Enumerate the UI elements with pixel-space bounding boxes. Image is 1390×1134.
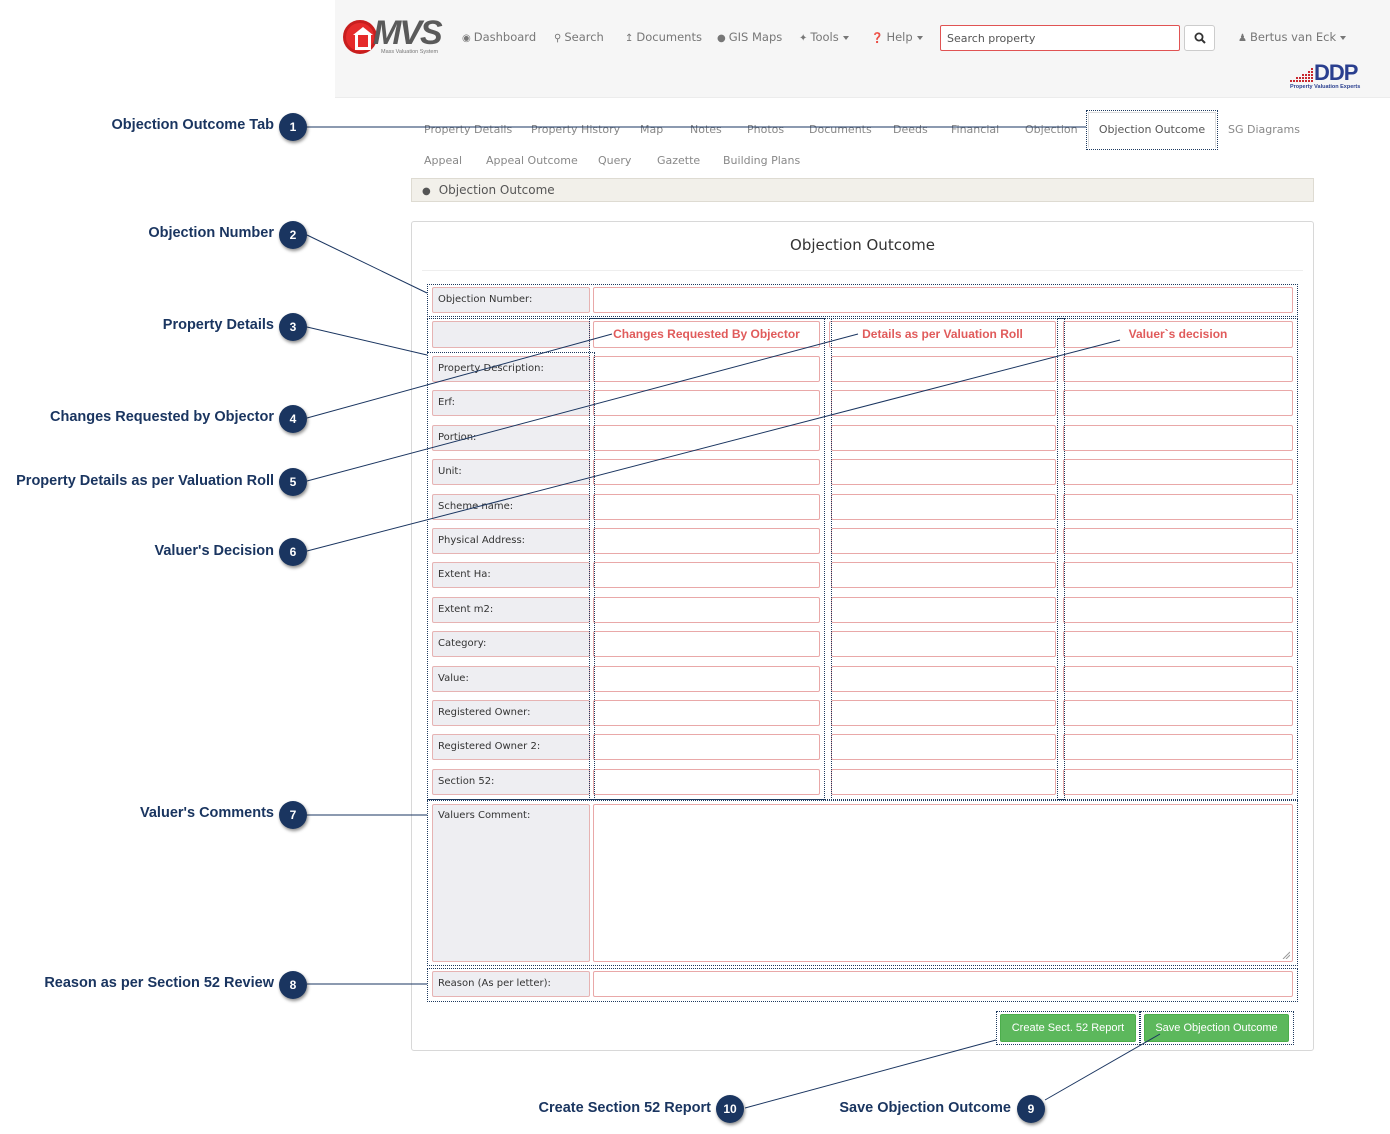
annotation-label-8: Reason as per Section 52 Review bbox=[44, 975, 274, 991]
annotation-label-9: Save Objection Outcome bbox=[839, 1100, 1011, 1116]
annotation-badge-3: 3 bbox=[279, 313, 307, 341]
annotation-label-2: Objection Number bbox=[148, 225, 274, 241]
annotation-label-10: Create Section 52 Report bbox=[538, 1100, 711, 1116]
annotation-label-5: Property Details as per Valuation Roll bbox=[16, 473, 274, 489]
annotation-badge-10: 10 bbox=[716, 1095, 744, 1123]
annotation-badge-5: 5 bbox=[279, 468, 307, 496]
annotation-badge-6: 6 bbox=[279, 538, 307, 566]
annotation-badge-1: 1 bbox=[279, 113, 307, 141]
annotation-badge-7: 7 bbox=[279, 801, 307, 829]
annotation-badge-8: 8 bbox=[279, 971, 307, 999]
annotation-label-3: Property Details bbox=[162, 317, 274, 333]
annotation-badge-4: 4 bbox=[279, 405, 307, 433]
annotation-label-4: Changes Requested by Objector bbox=[50, 409, 274, 425]
annotation-label-6: Valuer's Decision bbox=[154, 543, 274, 559]
annotation-badge-9: 9 bbox=[1017, 1095, 1045, 1123]
callout-leader-lines bbox=[306, 126, 1161, 1109]
annotation-label-1: Objection Outcome Tab bbox=[111, 117, 274, 133]
annotation-label-7: Valuer's Comments bbox=[140, 805, 274, 821]
annotation-badge-2: 2 bbox=[279, 221, 307, 249]
